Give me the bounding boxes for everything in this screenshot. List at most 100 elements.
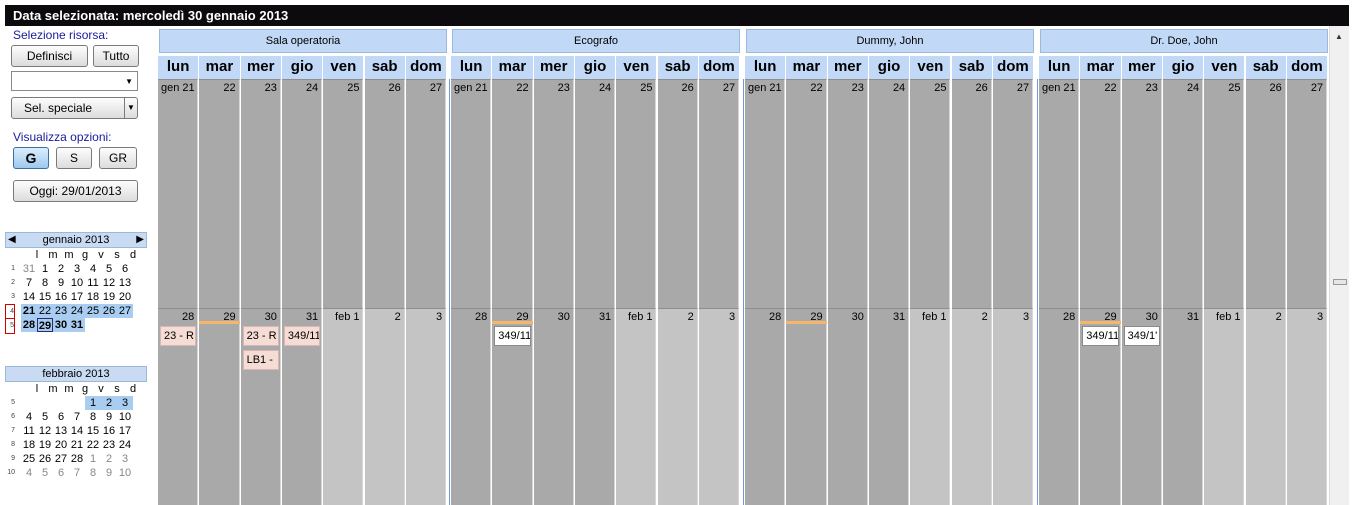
day-cell[interactable]: feb 1 <box>616 308 657 505</box>
calendar-day[interactable]: 27 <box>117 304 133 318</box>
day-cell[interactable]: 31 <box>1162 308 1204 505</box>
calendar-day[interactable]: 5 <box>37 466 53 480</box>
all-button[interactable]: Tutto <box>93 45 139 67</box>
day-cell[interactable]: 28 <box>1039 308 1080 505</box>
calendar-day[interactable]: 2 <box>101 452 117 466</box>
calendar-day[interactable]: 9 <box>101 410 117 424</box>
day-cell[interactable]: 3 <box>698 308 740 505</box>
calendar-day[interactable]: 20 <box>117 290 133 304</box>
day-cell[interactable]: 29 <box>199 308 240 505</box>
day-cell[interactable]: 22 <box>786 79 827 308</box>
calendar-day[interactable]: 7 <box>21 276 37 290</box>
calendar-day[interactable]: 13 <box>117 276 133 290</box>
calendar-day[interactable]: 4 <box>21 410 37 424</box>
day-cell[interactable]: gen 21 <box>745 79 786 308</box>
calendar-day[interactable]: 30 <box>53 318 69 332</box>
calendar-day[interactable]: 8 <box>85 410 101 424</box>
calendar-day[interactable]: 11 <box>85 276 101 290</box>
scroll-up-icon[interactable]: ▲ <box>1335 32 1343 41</box>
calendar-day[interactable]: 18 <box>21 438 37 452</box>
calendar-day[interactable]: 18 <box>85 290 101 304</box>
day-cell[interactable]: 24 <box>868 79 910 308</box>
appointment[interactable]: 349/11 <box>494 326 531 346</box>
calendar-day[interactable]: 19 <box>101 290 117 304</box>
calendar-day[interactable]: 1 <box>37 262 53 276</box>
calendar-day[interactable]: 8 <box>85 466 101 480</box>
day-cell[interactable]: 2 <box>1245 308 1286 505</box>
calendar-day[interactable]: 2 <box>53 262 69 276</box>
day-cell[interactable]: 3 <box>992 308 1034 505</box>
day-cell[interactable]: 3 <box>405 308 447 505</box>
calendar-day[interactable]: 6 <box>117 262 133 276</box>
day-cell[interactable]: 31 <box>574 308 616 505</box>
define-button[interactable]: Definisci <box>11 45 88 67</box>
calendar-day[interactable]: 20 <box>53 438 69 452</box>
calendar-day[interactable]: 9 <box>53 276 69 290</box>
day-cell[interactable]: 22 <box>199 79 240 308</box>
appointment[interactable]: 349/1' <box>1123 326 1160 346</box>
day-cell[interactable]: 29 <box>786 308 827 505</box>
day-cell[interactable]: 30 <box>827 308 868 505</box>
calendar-day[interactable]: 3 <box>117 396 133 410</box>
calendar-day[interactable]: 24 <box>117 438 133 452</box>
scroll-thumb[interactable] <box>1333 279 1347 285</box>
day-cell[interactable]: 28 <box>451 308 492 505</box>
calendar-day[interactable]: 3 <box>69 262 85 276</box>
calendar-day[interactable]: 28 <box>21 318 37 332</box>
calendar-day[interactable]: 25 <box>21 452 37 466</box>
calendar-day[interactable]: 12 <box>37 424 53 438</box>
day-cell[interactable]: 2 <box>364 308 405 505</box>
day-cell[interactable]: feb 1 <box>1204 308 1245 505</box>
day-cell[interactable]: 24 <box>574 79 616 308</box>
appointment[interactable]: 349/11 <box>283 326 321 346</box>
calendar-day[interactable]: 11 <box>21 424 37 438</box>
day-cell[interactable]: feb 1 <box>323 308 364 505</box>
day-cell[interactable]: 28 <box>745 308 786 505</box>
calendar-day[interactable]: 6 <box>53 410 69 424</box>
calendar-day[interactable]: 5 <box>101 262 117 276</box>
calendar-day[interactable]: 27 <box>53 452 69 466</box>
calendar-day[interactable]: 10 <box>69 276 85 290</box>
day-cell[interactable]: 25 <box>1204 79 1245 308</box>
calendar-day[interactable]: 28 <box>69 452 85 466</box>
day-cell[interactable]: 23 <box>240 79 281 308</box>
calendar-day[interactable]: 31 <box>21 262 37 276</box>
calendar-day[interactable]: 3 <box>117 452 133 466</box>
prev-month-icon[interactable]: ◀ <box>8 233 16 247</box>
calendar-day[interactable]: 22 <box>37 304 53 318</box>
calendar-day[interactable]: 7 <box>69 466 85 480</box>
day-cell[interactable]: 24 <box>281 79 323 308</box>
calendar-day[interactable]: 1 <box>85 452 101 466</box>
day-cell[interactable]: 25 <box>323 79 364 308</box>
calendar-day[interactable]: 6 <box>53 466 69 480</box>
day-cell[interactable]: feb 1 <box>910 308 951 505</box>
day-cell[interactable]: gen 21 <box>451 79 492 308</box>
calendar-day[interactable]: 16 <box>53 290 69 304</box>
day-cell[interactable]: 27 <box>698 79 740 308</box>
calendar-day[interactable]: 10 <box>117 410 133 424</box>
calendar-day[interactable]: 14 <box>21 290 37 304</box>
calendar-day[interactable]: 15 <box>85 424 101 438</box>
calendar-day[interactable]: 21 <box>69 438 85 452</box>
appointment[interactable]: 23 - R <box>160 326 197 346</box>
day-cell[interactable]: 23 <box>827 79 868 308</box>
day-cell[interactable]: 22 <box>1080 79 1121 308</box>
day-cell[interactable]: 23 <box>533 79 574 308</box>
resource-select[interactable]: ▼ <box>11 71 138 91</box>
day-cell[interactable]: 22 <box>492 79 533 308</box>
calendar-day[interactable]: 16 <box>101 424 117 438</box>
calendar-day[interactable]: 31 <box>69 318 85 332</box>
calendar-day[interactable]: 12 <box>101 276 117 290</box>
day-cell[interactable]: 26 <box>364 79 405 308</box>
view-week-button[interactable]: S <box>56 147 92 169</box>
calendar-day[interactable]: 4 <box>85 262 101 276</box>
calendar-day[interactable]: 14 <box>69 424 85 438</box>
appointment[interactable]: 23 - R <box>242 326 279 346</box>
vertical-scrollbar[interactable]: ▲ <box>1329 26 1349 505</box>
chevron-down-icon[interactable]: ▼ <box>124 98 137 118</box>
calendar-day[interactable]: 2 <box>101 396 117 410</box>
appointment[interactable]: LB1 - <box>242 350 279 370</box>
day-cell[interactable]: gen 21 <box>158 79 199 308</box>
calendar-day[interactable]: 22 <box>85 438 101 452</box>
calendar-day[interactable]: 8 <box>37 276 53 290</box>
